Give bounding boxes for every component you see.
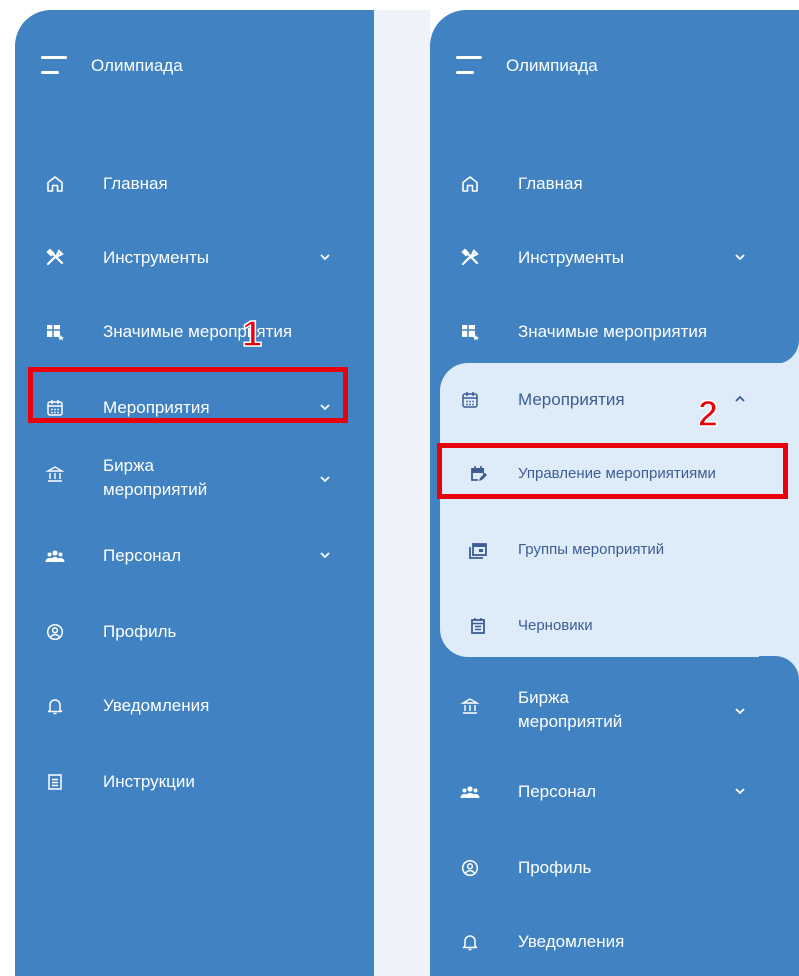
table-star-icon xyxy=(45,322,65,342)
app-title: Олимпиада xyxy=(506,56,598,75)
people-icon xyxy=(45,546,65,566)
nav-item-staff[interactable]: Персонал xyxy=(15,536,374,576)
drafts-icon xyxy=(468,616,488,636)
sidebar-header: Олимпиада xyxy=(15,10,374,120)
bell-icon xyxy=(460,932,480,952)
nav-item-label: Биржа мероприятий xyxy=(103,456,208,499)
submenu-item-label: Группы мероприятий xyxy=(518,541,665,558)
nav-item-label: Персонал xyxy=(518,782,597,801)
bell-icon xyxy=(45,696,65,716)
nav-item-event-exchange[interactable]: Биржа мероприятий xyxy=(430,686,799,736)
nav-item-notifications[interactable]: Уведомления xyxy=(430,922,799,962)
document-icon xyxy=(45,772,65,792)
submenu-item-drafts[interactable]: Черновики xyxy=(430,606,799,646)
sidebar-screen-1: Олимпиада Главная Инструменты Значимые м… xyxy=(15,10,374,976)
nav-item-home[interactable]: Главная xyxy=(430,164,799,204)
nav-item-label: Мероприятия xyxy=(518,390,625,409)
nav-item-label: Профиль xyxy=(518,858,592,877)
chevron-down-icon[interactable] xyxy=(318,548,332,562)
sidebar-header: Олимпиада xyxy=(430,10,799,120)
nav-item-label: Значимые мероприятия xyxy=(518,322,708,341)
table-star-icon xyxy=(460,322,480,342)
home-icon xyxy=(45,174,65,194)
chevron-down-icon[interactable] xyxy=(318,472,332,486)
nav-item-staff[interactable]: Персонал xyxy=(430,772,799,812)
hamburger-menu-icon[interactable] xyxy=(456,56,482,74)
profile-icon xyxy=(460,858,480,878)
submenu-panel-corner xyxy=(759,340,799,364)
submenu-item-label: Черновики xyxy=(518,617,593,634)
step-marker-2: 2 xyxy=(697,393,719,434)
nav-item-profile[interactable]: Профиль xyxy=(430,848,799,888)
nav-item-label: Инструменты xyxy=(103,248,210,267)
nav-item-label: Профиль xyxy=(103,622,177,641)
chevron-up-icon[interactable] xyxy=(733,392,747,406)
nav-item-tools[interactable]: Инструменты xyxy=(15,238,374,278)
step-marker-1: 1 xyxy=(241,313,263,354)
highlight-box-events xyxy=(28,367,348,423)
nav-item-home[interactable]: Главная xyxy=(15,164,374,204)
nav-item-event-exchange[interactable]: Биржа мероприятий xyxy=(15,454,374,504)
chevron-down-icon[interactable] xyxy=(733,704,747,718)
nav-item-label: Значимые мероприятия xyxy=(103,322,293,341)
submenu-item-event-groups[interactable]: Группы мероприятий xyxy=(430,530,799,570)
profile-icon xyxy=(45,622,65,642)
nav-item-instructions[interactable]: Инструкции xyxy=(15,762,374,802)
nav-item-profile[interactable]: Профиль xyxy=(15,612,374,652)
nav-item-label: Биржа мероприятий xyxy=(518,688,623,731)
bank-icon xyxy=(460,696,480,716)
calendar-icon xyxy=(460,390,480,410)
nav-item-label: Уведомления xyxy=(103,696,210,715)
hamburger-menu-icon[interactable] xyxy=(41,56,67,74)
home-icon xyxy=(460,174,480,194)
background-gap xyxy=(374,10,430,976)
nav-item-label: Главная xyxy=(518,174,583,193)
app-title: Олимпиада xyxy=(91,56,183,75)
tools-icon xyxy=(45,248,65,268)
nav-item-label: Уведомления xyxy=(518,932,625,951)
nav-item-tools[interactable]: Инструменты xyxy=(430,238,799,278)
bank-icon xyxy=(45,464,65,484)
nav-item-key-events[interactable]: Значимые мероприятия xyxy=(430,312,799,352)
nav-item-label: Инструкции xyxy=(103,772,195,791)
nav-item-label: Главная xyxy=(103,174,168,193)
nav-item-label: Инструменты xyxy=(518,248,625,267)
nav-item-label: Персонал xyxy=(103,546,182,565)
chevron-down-icon[interactable] xyxy=(733,250,747,264)
highlight-box-manage-events xyxy=(437,443,788,499)
nav-item-notifications[interactable]: Уведомления xyxy=(15,686,374,726)
chevron-down-icon[interactable] xyxy=(733,784,747,798)
people-icon xyxy=(460,782,480,802)
nav-item-events[interactable]: Мероприятия xyxy=(430,380,799,420)
tools-icon xyxy=(460,248,480,268)
calendar-group-icon xyxy=(468,540,488,560)
submenu-panel-corner xyxy=(759,656,799,680)
nav-item-key-events[interactable]: Значимые мероприятия xyxy=(15,312,374,352)
chevron-down-icon[interactable] xyxy=(318,250,332,264)
